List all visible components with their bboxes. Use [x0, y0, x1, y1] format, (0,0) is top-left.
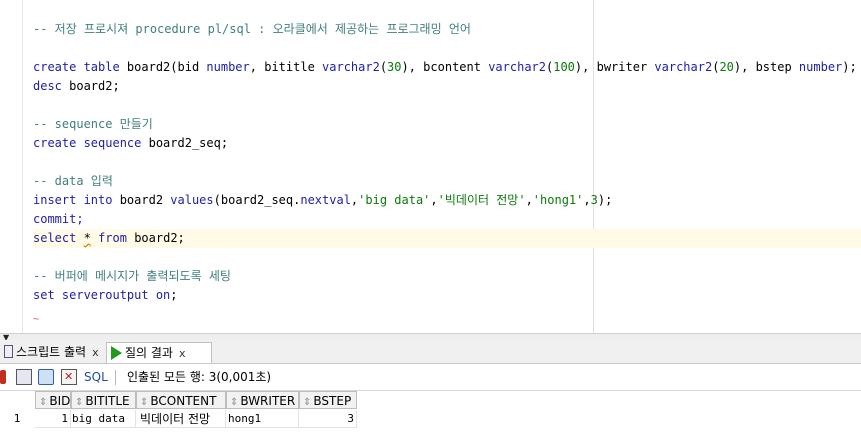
sort-icon: ⇕ — [303, 397, 312, 408]
code-line-insert: insert into board2 values(board2_seq.nex… — [33, 193, 613, 207]
comment-sequence: -- sequence 만들기 — [33, 117, 153, 131]
cell-bid[interactable]: 1 — [35, 410, 71, 428]
refresh-icon[interactable] — [38, 369, 54, 385]
result-toolbar: SQL 인출된 모든 행: 3(0,001초) — [0, 364, 861, 391]
code-line-desc: desc board2; — [33, 79, 120, 93]
tab-script-output-close-button[interactable]: x — [92, 346, 99, 359]
tab-query-result-label: 질의 결과 — [125, 346, 173, 360]
column-header-bwriter[interactable]: ⇕ BWRITER — [226, 391, 299, 409]
comment-data-insert: -- data 입력 — [33, 174, 113, 188]
result-tabs: 스크립트 출력 x 질의 결과 x — [0, 340, 861, 364]
column-header-bid[interactable]: ⇕ BID — [35, 391, 71, 409]
sort-icon: ⇕ — [75, 397, 84, 408]
column-header-bititle[interactable]: ⇕ BITITLE — [71, 391, 136, 409]
comment-serveroutput: -- 버퍼에 메시지가 출력되도록 세팅 — [33, 269, 231, 283]
tab-query-result[interactable]: 질의 결과 x — [106, 342, 212, 363]
toolbar-divider — [115, 370, 116, 385]
code-line-select: select * from board2; — [33, 231, 185, 245]
sql-worksheet-editor[interactable]: -- 저장 프로시져 procedure pl/sql : 오라클에서 제공하는… — [0, 0, 861, 333]
script-output-icon — [4, 345, 13, 358]
sort-icon: ⇕ — [39, 397, 48, 408]
sort-icon: ⇕ — [140, 397, 149, 408]
code-line-create-sequence: create sequence board2_seq; — [33, 136, 229, 150]
cell-bwriter[interactable]: hong1 — [226, 410, 299, 428]
column-header-bcontent[interactable]: ⇕ BCONTENT — [136, 391, 226, 409]
right-margin-line — [593, 0, 594, 333]
code-line-commit: commit; — [33, 212, 84, 226]
code-line-create-table: create table board2(bid number, bititle … — [33, 60, 857, 74]
column-header-bstep[interactable]: ⇕ BSTEP — [299, 391, 357, 409]
warning-marker-icon: ~ — [33, 314, 40, 325]
query-result-icon — [111, 346, 122, 360]
gutter-divider — [22, 0, 23, 333]
sql-button[interactable]: SQL — [84, 369, 108, 385]
comment-procedure: -- 저장 프로시져 procedure pl/sql : 오라클에서 제공하는… — [33, 22, 471, 36]
cell-bcontent[interactable]: 빅데이터 전망 — [136, 410, 226, 428]
tab-script-output[interactable]: 스크립트 출력 x — [0, 342, 111, 362]
tab-script-output-label: 스크립트 출력 — [16, 345, 87, 359]
row-number: 1 — [13, 412, 21, 425]
query-result-grid[interactable]: ⇕ BID ⇕ BITITLE ⇕ BCONTENT ⇕ BWRITER ⇕ BSTEP … — [0, 391, 861, 437]
code-line-set-serveroutput: set serveroutput on; — [33, 288, 178, 302]
sort-icon: ⇕ — [230, 397, 239, 408]
cell-bititle[interactable]: big data — [71, 410, 136, 428]
print-icon[interactable] — [16, 369, 32, 385]
tab-query-result-close-button[interactable]: x — [179, 347, 186, 360]
cell-bstep[interactable]: 3 — [299, 410, 357, 428]
pin-icon[interactable] — [0, 370, 6, 384]
export-icon[interactable] — [61, 369, 77, 385]
fetch-status: 인출된 모든 행: 3(0,001초) — [127, 370, 272, 384]
